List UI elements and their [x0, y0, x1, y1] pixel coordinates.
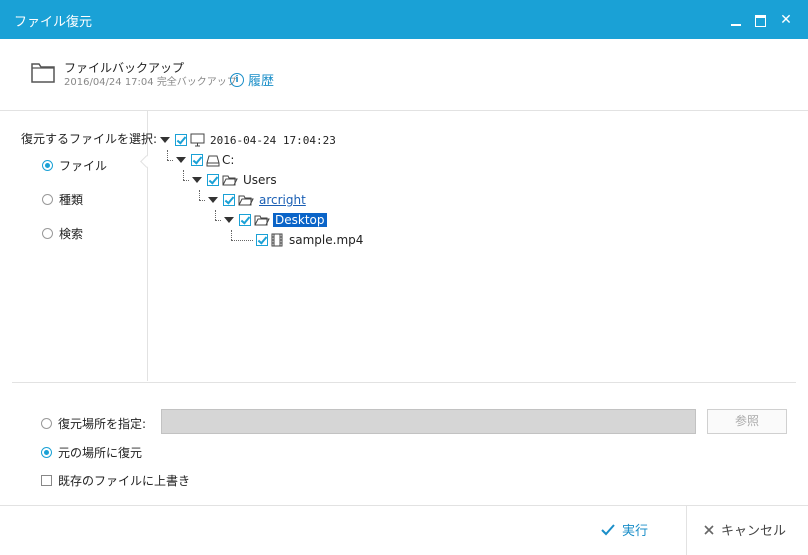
radio-indicator — [41, 418, 52, 429]
tree-connector — [183, 170, 184, 180]
expand-arrow-icon[interactable] — [208, 197, 218, 203]
tree-connector — [231, 240, 253, 241]
video-file-icon — [271, 233, 283, 247]
tree-connector — [167, 150, 168, 160]
minimize-icon — [731, 24, 741, 26]
run-button[interactable]: 実行 — [600, 520, 648, 539]
run-label: 実行 — [622, 524, 649, 539]
expand-arrow-icon[interactable] — [192, 177, 202, 183]
selection-mode-panel — [0, 111, 147, 381]
tree-node-desktop[interactable]: Desktop — [224, 212, 327, 228]
tree-node-users[interactable]: Users — [192, 172, 277, 188]
divider — [147, 111, 148, 381]
radio-label: ファイル — [59, 159, 108, 173]
window-title: ファイル復元 — [14, 15, 93, 30]
maximize-icon — [755, 15, 766, 27]
history-link[interactable]: i 履歴 — [230, 70, 274, 89]
folder-open-icon — [254, 214, 270, 226]
expand-arrow-icon[interactable] — [176, 157, 186, 163]
radio-label: 種類 — [59, 193, 84, 207]
radio-indicator — [41, 447, 52, 458]
tree-label-selected: Desktop — [273, 213, 327, 227]
divider — [686, 505, 687, 555]
divider — [12, 382, 796, 383]
computer-icon — [190, 133, 205, 147]
radio-search[interactable]: 検索 — [42, 225, 83, 242]
tree-connector — [215, 210, 216, 220]
info-icon: i — [230, 72, 244, 87]
radio-custom-location[interactable]: 復元場所を指定: — [41, 415, 146, 432]
tree-connector — [183, 180, 189, 181]
radio-type[interactable]: 種類 — [42, 191, 83, 208]
folder-open-icon — [238, 194, 254, 206]
tree-node-drive[interactable]: C: — [176, 152, 234, 168]
tree-connector — [199, 200, 205, 201]
maximize-button[interactable] — [751, 10, 771, 30]
tree-node-arcright[interactable]: arcright — [208, 192, 306, 208]
history-label: 履歴 — [248, 74, 275, 89]
radio-indicator — [42, 160, 53, 171]
drive-icon — [206, 154, 220, 167]
radio-label: 復元場所を指定: — [58, 417, 147, 431]
tree-node-file[interactable]: sample.mp4 — [256, 232, 363, 248]
radio-label: 検索 — [59, 227, 84, 241]
tree-checkbox[interactable] — [223, 194, 235, 206]
close-icon: ✕ — [780, 12, 792, 28]
tree-checkbox[interactable] — [207, 174, 219, 186]
tree-checkbox[interactable] — [175, 134, 187, 146]
radio-original-location[interactable]: 元の場所に復元 — [41, 444, 142, 461]
expand-arrow-icon[interactable] — [224, 217, 234, 223]
check-icon — [600, 523, 616, 537]
tree-checkbox[interactable] — [191, 154, 203, 166]
tree-connector — [215, 220, 221, 221]
title-bar: ファイル復元 ✕ — [0, 0, 808, 39]
checkbox-label: 既存のファイルに上書き — [58, 474, 191, 488]
backup-subtitle: 2016/04/24 17:04 完全バックアップ — [64, 77, 237, 88]
cancel-label: キャンセル — [721, 524, 787, 539]
checkbox-indicator — [41, 475, 52, 486]
tree-label: sample.mp4 — [289, 233, 364, 247]
radio-file[interactable]: ファイル — [42, 157, 107, 174]
expand-arrow-icon[interactable] — [160, 137, 170, 143]
browse-button[interactable]: 参照 — [707, 409, 787, 434]
tree-label: Users — [243, 173, 277, 187]
tree-label: arcright — [259, 193, 306, 207]
radio-indicator — [42, 194, 53, 205]
folder-icon — [30, 60, 56, 87]
restore-path-input[interactable] — [161, 409, 696, 434]
radio-indicator — [42, 228, 53, 239]
tree-checkbox[interactable] — [239, 214, 251, 226]
minimize-button[interactable] — [726, 10, 746, 30]
tree-connector — [199, 190, 200, 200]
tree-connector — [231, 230, 232, 240]
tree-checkbox[interactable] — [256, 234, 268, 246]
radio-label: 元の場所に復元 — [58, 446, 143, 460]
folder-open-icon — [222, 174, 238, 186]
cancel-button[interactable]: キャンセル — [703, 520, 786, 539]
close-icon — [703, 524, 715, 536]
tree-node-snapshot[interactable]: 2016-04-24 17:04:23 — [160, 132, 336, 148]
close-button[interactable]: ✕ — [776, 10, 796, 30]
tree-label: 2016-04-24 17:04:23 — [210, 133, 336, 147]
tree-connector — [167, 160, 173, 161]
tree-label: C: — [222, 153, 235, 167]
overwrite-checkbox[interactable]: 既存のファイルに上書き — [41, 472, 190, 489]
select-files-label: 復元するファイルを選択: — [21, 132, 158, 146]
